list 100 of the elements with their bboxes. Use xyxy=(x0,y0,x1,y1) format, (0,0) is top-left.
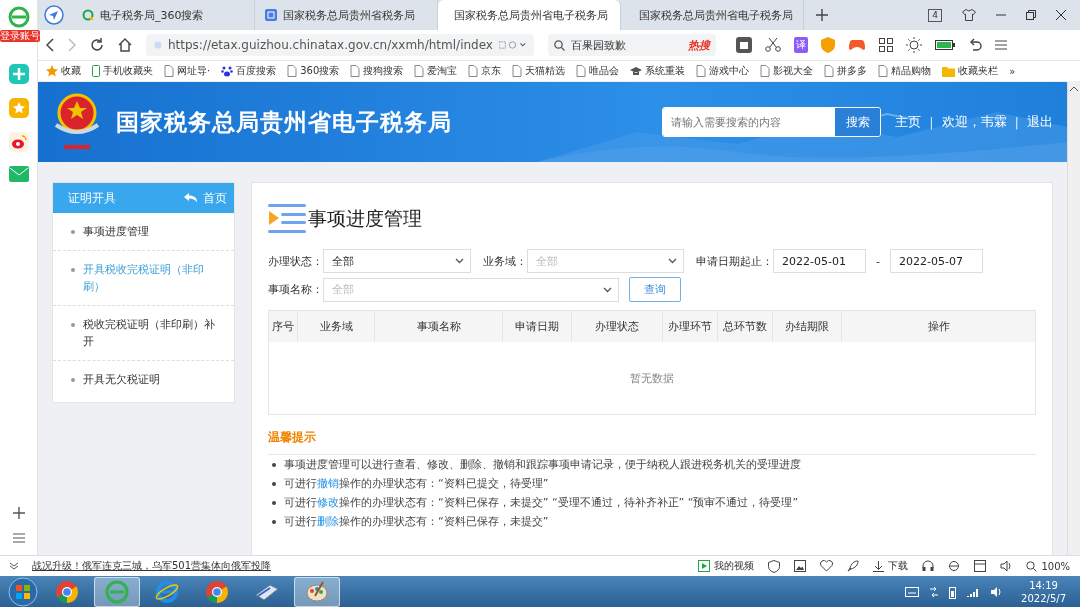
shirt-icon[interactable] xyxy=(962,9,976,21)
action-link[interactable]: 修改 xyxy=(317,496,339,509)
speaker-icon[interactable] xyxy=(1000,560,1013,572)
login-badge[interactable]: 登录账号 xyxy=(0,30,40,42)
tip-text: 可进行删除操作的办理状态有：“资料已保存，未提交” xyxy=(284,514,549,530)
volume-icon[interactable] xyxy=(990,586,1004,598)
restore-icon[interactable] xyxy=(1026,10,1036,20)
my-video-button[interactable]: 我的视频 xyxy=(698,559,755,573)
bookmark[interactable]: 唯品会 xyxy=(576,64,620,78)
bullet-icon xyxy=(272,500,276,505)
headset-icon[interactable] xyxy=(922,560,935,572)
window-icon[interactable] xyxy=(974,560,987,572)
scissors-icon[interactable] xyxy=(765,38,781,52)
battery-icon[interactable] xyxy=(935,40,955,50)
star-app-icon[interactable] xyxy=(8,98,29,118)
mail-icon[interactable] xyxy=(8,166,29,182)
phone-icon xyxy=(92,65,100,77)
image-icon[interactable] xyxy=(794,560,807,572)
column-header: 办理环节 xyxy=(662,310,718,342)
tip-text: 可进行修改操作的办理状态有：“资料已保存，未提交” “受理不通过，待补齐补正” “预审不通过，待受理” xyxy=(284,495,799,511)
undo-icon[interactable] xyxy=(968,38,982,52)
signal-icon[interactable] xyxy=(966,587,981,597)
close-icon[interactable] xyxy=(1056,10,1066,20)
news-link[interactable]: 战况升级！俄军连克三城，乌军501营集体向俄军投降 xyxy=(32,559,272,573)
address-tools-icon[interactable] xyxy=(498,40,526,50)
zoom-button[interactable]: 100% xyxy=(1026,560,1070,572)
sidebar-title: 证明开具 xyxy=(68,189,116,207)
sidebar-item[interactable]: 事项进度管理 xyxy=(53,213,234,251)
sidebar-item[interactable]: 税收完税证明（非印刷）补开 xyxy=(53,306,234,361)
site-search-field[interactable]: 请输入需要搜索的内容 搜索 xyxy=(662,107,882,137)
status-select[interactable]: 全部 xyxy=(323,249,471,273)
bookmark[interactable]: 搜狗搜索 xyxy=(350,64,404,78)
battery-icon[interactable] xyxy=(949,585,957,599)
column-header: 操作 xyxy=(841,310,1036,342)
bookmark[interactable]: » xyxy=(1009,65,1016,77)
bookmark[interactable]: 天猫精选 xyxy=(512,64,566,78)
tab-count[interactable]: 4 xyxy=(928,8,942,22)
browser-search-field[interactable]: 百果园致歉 热搜 xyxy=(548,34,716,56)
bookmark[interactable]: 京东 xyxy=(468,64,502,78)
start-date-field[interactable]: 2022-05-01 xyxy=(773,249,866,273)
grid-icon[interactable] xyxy=(879,38,893,52)
bookmark[interactable]: 360搜索 xyxy=(287,64,340,78)
brightness-icon[interactable] xyxy=(906,37,922,53)
bookmark[interactable]: 影视大全 xyxy=(760,64,814,78)
action-link[interactable]: 删除 xyxy=(317,515,339,528)
heart-icon[interactable] xyxy=(820,560,834,572)
play-icon xyxy=(698,560,711,572)
reload-icon[interactable] xyxy=(90,38,104,52)
bookmark[interactable]: 精品购物 xyxy=(878,64,932,78)
browser-tab[interactable]: 国家税务总局贵州省电子税务局 xyxy=(621,0,804,30)
empty-message: 暂无数据 xyxy=(630,371,674,385)
bookmark[interactable]: 收藏 xyxy=(46,64,81,78)
page-icon xyxy=(760,65,771,77)
browser-logo-icon[interactable] xyxy=(7,6,30,28)
bookmark[interactable]: 爱淘宝 xyxy=(414,64,458,78)
add-icon[interactable] xyxy=(12,507,25,519)
scroll-up-icon[interactable] xyxy=(1070,86,1078,92)
clock-time: 14:19 xyxy=(1029,579,1058,592)
filter-label: 事项名称： xyxy=(268,282,323,297)
address-field[interactable]: https://etax.guizhou.chinatax.gov.cn/xxmh/html/index xyxy=(146,34,534,56)
page-title: 事项进度管理 xyxy=(308,206,422,231)
gamepad-icon[interactable] xyxy=(848,38,866,52)
folder-icon xyxy=(942,65,956,77)
column-header: 申请日期 xyxy=(502,310,572,342)
translate-button[interactable]: 译 xyxy=(794,37,808,53)
start-button[interactable] xyxy=(6,577,40,607)
bookmark[interactable]: 拼多多 xyxy=(824,64,868,78)
sidebar-item[interactable]: 开具无欠税证明 xyxy=(53,361,234,402)
bookmark[interactable]: 网址导· xyxy=(164,64,211,78)
bookmark[interactable]: 手机收藏夹 xyxy=(92,64,153,78)
back-icon[interactable] xyxy=(46,38,54,52)
page-icon xyxy=(696,65,707,77)
expand-icon[interactable] xyxy=(10,562,18,570)
page-icon xyxy=(512,65,523,77)
page-icon xyxy=(287,65,298,77)
download-button[interactable]: 下载 xyxy=(873,559,909,573)
rocket-icon[interactable] xyxy=(847,560,860,572)
bookmark[interactable]: 系统重装 xyxy=(630,64,686,78)
bookmark[interactable]: 百度搜索 xyxy=(221,64,277,78)
search-button[interactable]: 搜索 xyxy=(834,108,881,136)
action-link[interactable]: 撤销 xyxy=(317,477,339,490)
paw-icon xyxy=(221,65,234,77)
weibo-icon[interactable] xyxy=(8,132,29,152)
taskbar-app[interactable] xyxy=(294,577,340,607)
menu-icon[interactable] xyxy=(995,40,1007,50)
end-date-field[interactable]: 2022-05-07 xyxy=(890,249,983,273)
shield-icon[interactable] xyxy=(768,559,781,573)
browser-tab[interactable]: 电子税务局_360搜索 xyxy=(72,0,255,30)
caret-icon xyxy=(668,258,677,264)
network-icon[interactable] xyxy=(929,586,940,598)
navigation-icon[interactable] xyxy=(44,5,64,25)
bookmark[interactable]: 收藏夹栏 xyxy=(942,64,999,78)
query-button[interactable]: 查询 xyxy=(629,277,681,302)
keyboard-icon[interactable] xyxy=(905,587,920,597)
header-link[interactable]: 主页 xyxy=(895,113,922,131)
new-tab-icon[interactable] xyxy=(816,9,828,21)
browser-tab[interactable]: 国家税务总局贵州省电子税务局 xyxy=(438,0,621,30)
home-icon[interactable] xyxy=(118,38,132,52)
bookmark[interactable]: 游戏中心 xyxy=(696,64,750,78)
reader-icon[interactable] xyxy=(736,37,752,53)
